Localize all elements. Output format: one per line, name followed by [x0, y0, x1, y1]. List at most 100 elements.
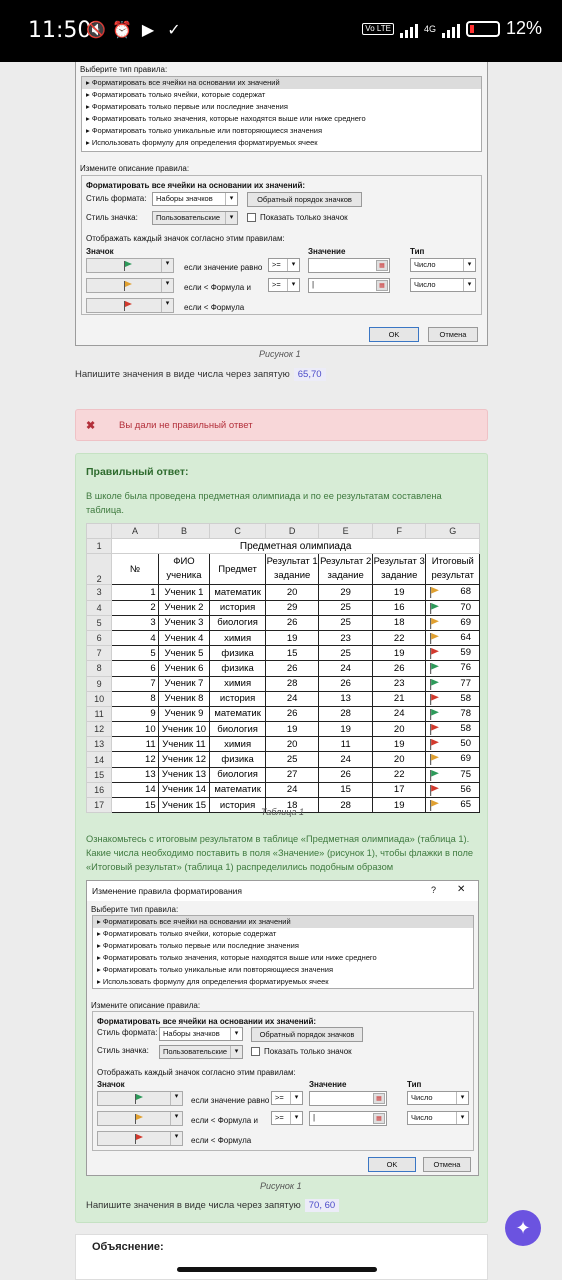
rule-cond-3: если < Формула — [184, 303, 245, 312]
table-row: 10 8 Ученик 8 история 24 13 21 58 — [85, 690, 480, 707]
show-icon-only-checkbox[interactable] — [247, 213, 256, 222]
op-select-1[interactable]: >= ▾ — [268, 258, 300, 272]
table-cell: Ученик 6 — [157, 660, 211, 677]
table-cell: Ученик 13 — [157, 766, 211, 783]
chevron-down-icon: ▾ — [287, 279, 299, 291]
table-cell: 11 — [318, 736, 373, 753]
close-icon[interactable]: ✕ — [457, 884, 465, 895]
explanation-title: Объяснение: — [92, 1241, 164, 1253]
table-cell: химия — [209, 629, 266, 647]
table-row: 3 1 Ученик 1 математик 20 29 19 68 — [85, 584, 480, 601]
select-rule-type-label: Выберите тип правила: — [91, 905, 179, 914]
rule-type-item[interactable]: ▸ Форматировать только значения, которые… — [93, 952, 473, 964]
col-header-E: E — [318, 522, 373, 540]
rule-type-item[interactable]: ▸ Форматировать только значения, которые… — [82, 113, 481, 125]
range-picker-icon[interactable]: ▦ — [373, 1113, 385, 1124]
reverse-icons-button[interactable]: Обратный порядок значков — [247, 192, 362, 207]
value-input-2[interactable]: | ▦ — [308, 278, 390, 293]
flag-icon — [430, 769, 440, 781]
table-cell: биология — [209, 614, 266, 631]
ok-button[interactable]: OK — [369, 327, 419, 342]
cancel-button[interactable]: Отмена — [423, 1157, 471, 1172]
type-select-1[interactable]: Число ▾ — [410, 258, 476, 272]
op-select-2[interactable]: >= ▾ — [268, 278, 300, 292]
reverse-icons-button[interactable]: Обратный порядок значков — [251, 1027, 363, 1042]
value-input-1[interactable]: ▦ — [308, 258, 390, 273]
icon-select-2[interactable]: ▾ — [97, 1111, 183, 1126]
icon-style-select[interactable]: Пользовательские ▾ — [152, 211, 238, 225]
rule-type-item[interactable]: ▸ Форматировать только ячейки, которые с… — [82, 89, 481, 101]
table-cell: история — [209, 796, 266, 814]
icon-select-1[interactable]: ▾ — [86, 258, 174, 273]
range-picker-icon[interactable]: ▦ — [376, 260, 388, 271]
chevron-down-icon: ▾ — [170, 1132, 182, 1145]
icon-select-3[interactable]: ▾ — [97, 1131, 183, 1146]
rule-type-item[interactable]: ▸ Форматировать только уникальные или по… — [82, 125, 481, 137]
type-select-2[interactable]: Число ▾ — [407, 1111, 469, 1125]
type-select-1[interactable]: Число ▾ — [407, 1091, 469, 1105]
range-picker-icon[interactable]: ▦ — [376, 280, 388, 291]
value-input-2[interactable]: | ▦ — [309, 1111, 387, 1126]
question-sheet: Выберите тип правила: ▸ Форматировать вс… — [0, 62, 562, 1280]
table-cell: 19 — [264, 629, 320, 647]
result-cell: 68 — [425, 584, 480, 601]
table-cell: 20 — [371, 721, 427, 738]
rule-type-item[interactable]: ▸ Использовать формулу для определения ф… — [82, 137, 481, 149]
rule-type-item[interactable]: ▸ Форматировать только первые или послед… — [93, 940, 473, 952]
rule-type-item[interactable]: ▸ Форматировать только ячейки, которые с… — [93, 928, 473, 940]
chevron-down-icon: ▾ — [170, 1112, 182, 1125]
show-icon-only-checkbox[interactable] — [251, 1047, 260, 1056]
rule-type-list[interactable]: ▸ Форматировать все ячейки на основании … — [81, 76, 482, 152]
ai-assistant-button[interactable]: ✦ — [505, 1210, 541, 1246]
chevron-down-icon: ▾ — [170, 1092, 182, 1105]
table-cell: 19 — [371, 645, 427, 662]
icon-select-3[interactable]: ▾ — [86, 298, 174, 313]
table-cell: 28 — [264, 675, 320, 692]
table-cell: 20 — [264, 584, 320, 601]
table-cell: 7 — [111, 675, 159, 692]
col-icon-label: Значок — [86, 247, 114, 256]
icon-select-2[interactable]: ▾ — [86, 278, 174, 293]
page-content[interactable]: Выберите тип правила: ▸ Форматировать вс… — [0, 62, 562, 1280]
rule-type-item[interactable]: ▸ Форматировать все ячейки на основании … — [93, 916, 473, 928]
flag-icon — [430, 617, 440, 629]
result-value: 50 — [460, 738, 471, 750]
olympiad-table: A B C D E F G 1 Предметная олимпиада 2 №… — [85, 522, 480, 814]
type-select-2[interactable]: Число ▾ — [410, 278, 476, 292]
show-icon-only-label: Показать только значок — [264, 1047, 352, 1056]
ok-button[interactable]: OK — [368, 1157, 416, 1172]
cancel-button[interactable]: Отмена — [428, 327, 478, 342]
table-cell: 20 — [264, 736, 320, 753]
flag-icon — [430, 693, 440, 705]
table-cell: 15 — [264, 645, 320, 662]
result-cell: 77 — [425, 675, 480, 692]
flag-icon — [430, 663, 440, 675]
op-select-2[interactable]: >= ▾ — [271, 1111, 303, 1125]
range-picker-icon[interactable]: ▦ — [373, 1093, 385, 1104]
icon-style-select[interactable]: Пользовательские ▾ — [159, 1045, 243, 1059]
format-style-select[interactable]: Наборы значков ▾ — [159, 1027, 243, 1041]
rule-type-item[interactable]: ▸ Форматировать только первые или послед… — [82, 101, 481, 113]
result-cell: 70 — [425, 599, 480, 616]
value-input-1[interactable]: ▦ — [309, 1091, 387, 1106]
rule-type-list[interactable]: ▸ Форматировать все ячейки на основании … — [92, 915, 474, 989]
row-number: 16 — [85, 781, 113, 799]
table-cell: математик — [209, 781, 266, 799]
icon-select-1[interactable]: ▾ — [97, 1091, 183, 1106]
table-cell: 15 — [318, 781, 373, 799]
rule-type-item[interactable]: ▸ Использовать формулу для определения ф… — [93, 976, 473, 988]
result-cell: 58 — [425, 690, 480, 707]
row-number: 12 — [85, 721, 113, 738]
home-indicator[interactable] — [177, 1267, 377, 1272]
table-cell: 1 — [111, 584, 159, 601]
op-select-1[interactable]: >= ▾ — [271, 1091, 303, 1105]
format-style-select[interactable]: Наборы значков ▾ — [152, 192, 238, 206]
row-number: 1 — [85, 538, 113, 555]
help-button[interactable]: ? — [431, 885, 436, 895]
row-number: 4 — [85, 599, 113, 616]
table-cell: Ученик 5 — [157, 645, 211, 662]
rule-type-item[interactable]: ▸ Форматировать только уникальные или по… — [93, 964, 473, 976]
column-header-row: A B C D E F G — [85, 522, 480, 540]
table-cell: Ученик 15 — [157, 796, 211, 814]
rule-type-item[interactable]: ▸ Форматировать все ячейки на основании … — [82, 77, 481, 89]
